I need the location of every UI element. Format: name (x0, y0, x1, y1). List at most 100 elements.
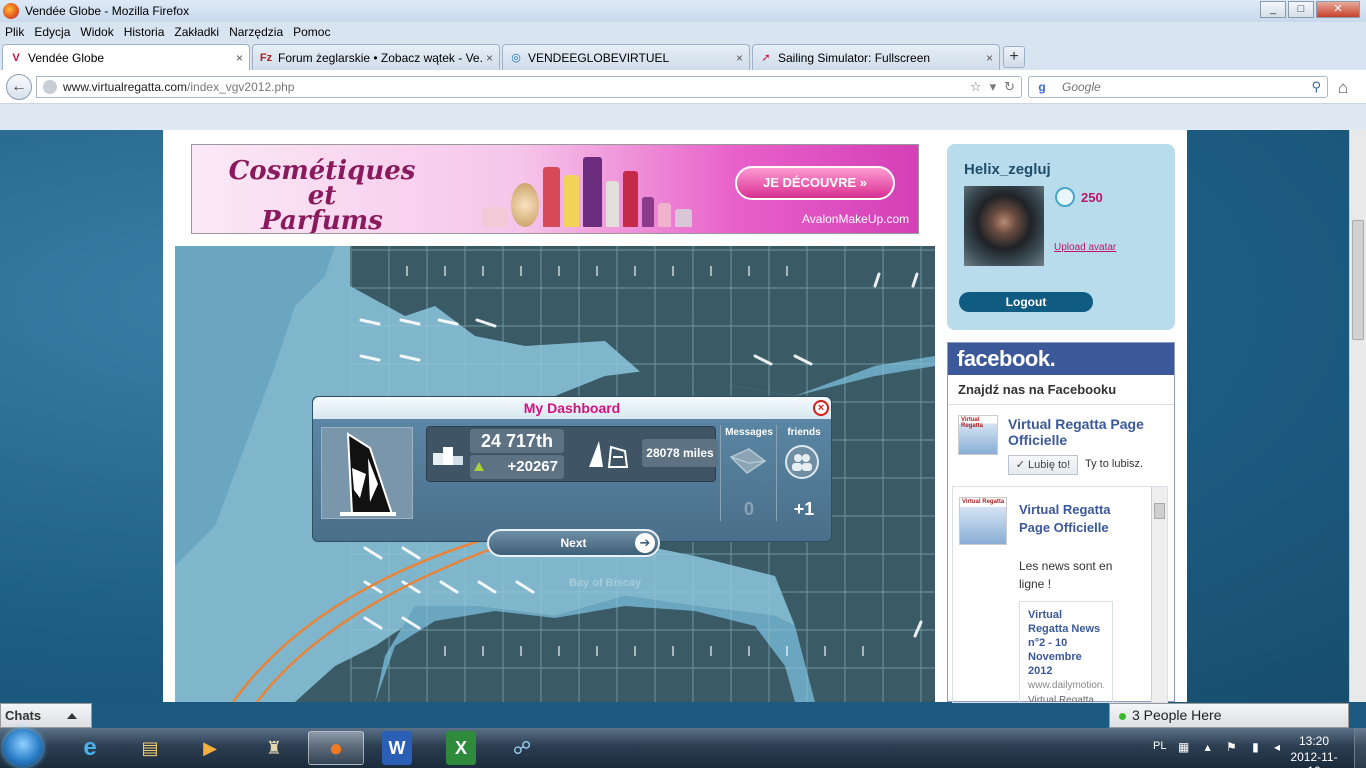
people-here-bar[interactable]: 3 People Here (1109, 703, 1349, 728)
menu-file[interactable]: Plik (0, 25, 29, 39)
tray-icons[interactable]: ▦ ▴ ⚑ ▮ ◂ (1178, 740, 1286, 754)
chats-label: Chats (5, 708, 42, 723)
ad-brand-line1: Cosmétiques et (228, 156, 416, 211)
tab-label: VENDEEGLOBEVIRTUEL (528, 50, 670, 65)
network-app-icon[interactable]: ☍ (494, 731, 550, 765)
friends-icon[interactable] (785, 445, 819, 479)
menu-bookmarks[interactable]: Zakładki (169, 25, 224, 39)
menu-bar: Plik Edycja Widok Historia Zakładki Narz… (0, 22, 1366, 42)
feed-post-text: Les news sont en ligne ! (1019, 559, 1113, 591)
close-window-button[interactable]: ✕ (1316, 1, 1360, 18)
feed-scrollbar-thumb[interactable] (1154, 503, 1165, 519)
page-scrollbar-thumb[interactable] (1352, 220, 1364, 340)
chats-bar[interactable]: Chats (0, 703, 92, 728)
feed-scrollbar[interactable] (1151, 487, 1167, 702)
navigation-bar: ← www.virtualregatta.com /index_vgv2012.… (0, 70, 1366, 104)
distance-value: 28078 miles (642, 439, 718, 467)
tab-close-icon[interactable]: × (736, 51, 743, 65)
tab-vendee-globe[interactable]: V Vendée Globe × (2, 44, 250, 70)
ad-brand: Cosmétiques et Parfums (222, 156, 422, 234)
ad-discover-button[interactable]: JE DÉCOUVRE » (735, 166, 895, 200)
next-button[interactable]: Next ➔ (487, 529, 660, 557)
home-icon[interactable]: ⌂ (1338, 78, 1348, 98)
facebook-page-name[interactable]: Virtual Regatta Page Officielle (1008, 416, 1168, 448)
facebook-feed: Virtual Regatta Virtual Regatta Page Off… (952, 486, 1168, 703)
dashboard-close-icon[interactable]: × (813, 400, 829, 416)
dashboard-title: My Dashboard (313, 397, 831, 419)
rank-change-text: +20267 (507, 458, 558, 475)
internet-explorer-icon[interactable]: e (62, 731, 118, 765)
feed-link-card[interactable]: Virtual Regatta News n°2 - 10 Novembre 2… (1019, 601, 1113, 703)
envelope-icon[interactable] (727, 447, 767, 477)
my-dashboard-panel: My Dashboard × 24 717th +20267 28078 mil… (312, 396, 832, 542)
show-desktop-button[interactable] (1354, 728, 1366, 768)
menu-view[interactable]: Widok (75, 25, 118, 39)
search-icon[interactable]: ⚲ (1311, 79, 1321, 95)
excel-icon[interactable]: X (446, 731, 476, 765)
language-indicator[interactable]: PL (1153, 740, 1166, 752)
ad-brand-line2: Parfums (261, 206, 383, 234)
media-player-icon[interactable]: ▶ (182, 731, 238, 765)
tab-close-icon[interactable]: × (986, 51, 993, 65)
tab-label: Sailing Simulator: Fullscreen (778, 50, 931, 65)
tab-close-icon[interactable]: × (486, 51, 493, 65)
clock-date[interactable]: 2012-11-10 (1284, 750, 1344, 768)
menu-help[interactable]: Pomoc (288, 25, 335, 39)
game-app-icon[interactable]: ♜ (246, 731, 302, 765)
logout-button[interactable]: Logout (959, 292, 1093, 312)
feed-card-footer: Virtual Regatta (1028, 695, 1094, 703)
new-tab-button[interactable]: + (1003, 46, 1025, 68)
maximize-button[interactable]: □ (1288, 1, 1314, 18)
url-host: www.virtualregatta.com (63, 80, 188, 94)
facebook-logo[interactable]: facebook. (948, 343, 1174, 375)
map-label-bay-of-biscay: Bay of Biscay (569, 577, 642, 589)
tab-sailing-simulator[interactable]: ➚ Sailing Simulator: Fullscreen × (752, 44, 1000, 70)
word-icon[interactable]: W (382, 731, 412, 765)
tab-forum[interactable]: Fz Forum żeglarskie • Zobacz wątek - Ve.… (252, 44, 500, 70)
facebook-page-thumbnail[interactable]: Virtual Regatta (958, 415, 998, 455)
menu-history[interactable]: Historia (119, 25, 170, 39)
firefox-taskbar-icon[interactable]: ● (308, 731, 364, 765)
url-dropdown-icon[interactable]: ▾ (990, 79, 997, 95)
username: Helix_zegluj (964, 161, 1051, 178)
thumbnail-caption: Virtual Regatta (962, 499, 1005, 505)
clock-time[interactable]: 13:20 (1284, 734, 1344, 748)
bookmark-star-icon[interactable]: ☆ (970, 79, 982, 95)
reload-icon[interactable]: ↻ (1004, 79, 1015, 95)
upload-avatar-link[interactable]: Upload avatar (1054, 242, 1116, 253)
site-identity-icon[interactable] (43, 80, 57, 94)
window-title: Vendée Globe - Mozilla Firefox (25, 4, 190, 18)
minimize-button[interactable]: _ (1260, 1, 1286, 18)
feed-post-author[interactable]: Virtual Regatta Page Officielle (1019, 501, 1119, 537)
feed-card-title[interactable]: Virtual Regatta News n°2 - 10 Novembre 2… (1028, 608, 1104, 678)
google-icon[interactable]: g (1034, 79, 1050, 95)
file-explorer-icon[interactable]: ▤ (122, 731, 178, 765)
page-scrollbar[interactable] (1349, 130, 1366, 702)
url-path: /index_vgv2012.php (187, 80, 295, 94)
url-bar[interactable]: www.virtualregatta.com /index_vgv2012.ph… (36, 76, 1022, 98)
windows-taskbar: e ▤ ▶ ♜ ● W X ☍ PL ▦ ▴ ⚑ ▮ ◂ 13:20 2012-… (0, 728, 1366, 768)
chevron-up-icon (67, 713, 77, 719)
rank-up-icon (474, 462, 484, 471)
online-status-icon (1119, 713, 1126, 720)
like-status-text: Ty to lubisz. (1085, 458, 1144, 470)
menu-tools[interactable]: Narzędzia (224, 25, 288, 39)
tab-bar: V Vendée Globe × Fz Forum żeglarskie • Z… (0, 42, 1366, 70)
start-button[interactable] (3, 729, 43, 767)
like-button[interactable]: ✓ Lubię to! (1008, 455, 1078, 475)
tab-vendeeglobevirtuel[interactable]: ◎ VENDEEGLOBEVIRTUEL × (502, 44, 750, 70)
window-titlebar: Vendée Globe - Mozilla Firefox _ □ ✕ (0, 0, 1366, 22)
points-value: 250 (1081, 190, 1103, 205)
facebook-widget: facebook. Znajdź nas na Facebooku Virtua… (947, 342, 1175, 703)
cosmetics-ad-banner[interactable]: Cosmétiques et Parfums JE DÉCOUVRE » Ava… (191, 144, 919, 234)
back-button[interactable]: ← (6, 74, 32, 100)
search-input[interactable]: Google (1062, 80, 1101, 94)
search-bar[interactable]: g Google ⚲ (1028, 76, 1328, 98)
menu-edit[interactable]: Edycja (29, 25, 75, 39)
feed-post-thumbnail[interactable]: Virtual Regatta (959, 497, 1007, 545)
rank-value: 24 717th (470, 429, 564, 453)
messages-label: Messages (725, 427, 773, 438)
system-tray: PL ▦ ▴ ⚑ ▮ ◂ 13:20 2012-11-10 (1140, 728, 1366, 768)
filezilla-tab-icon: Fz (259, 51, 273, 64)
tab-close-icon[interactable]: × (236, 51, 243, 65)
